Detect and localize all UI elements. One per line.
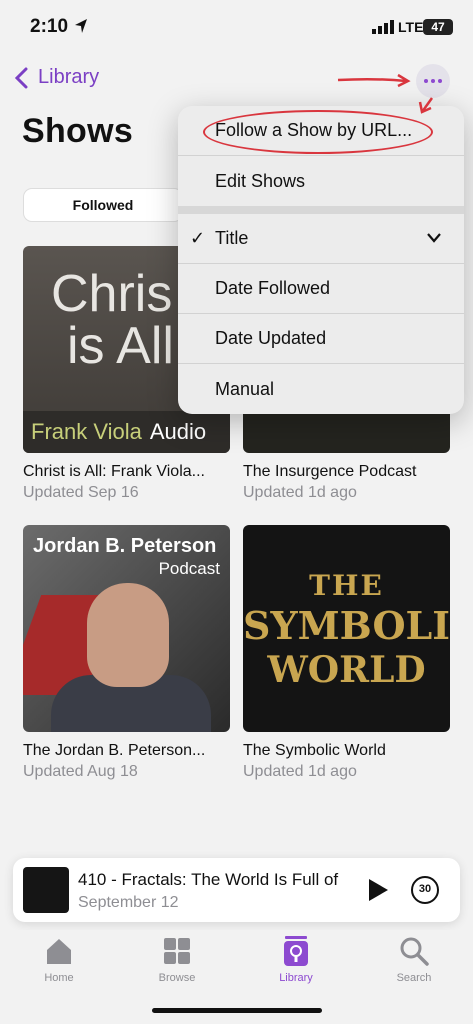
show-title: Christ is All: Frank Viola... [23, 463, 205, 480]
tab-label: Browse [158, 972, 196, 984]
tab-label: Library [279, 972, 313, 984]
search-icon [400, 937, 429, 966]
tab-label: Search [396, 972, 432, 984]
artwork-text: SYMBOLIC [243, 603, 450, 648]
show-title: The Jordan B. Peterson... [23, 742, 206, 759]
sort-item-date-followed[interactable]: Date Followed [178, 264, 464, 314]
tab-library[interactable]: Library [256, 936, 336, 984]
annotation-circle [203, 110, 433, 154]
house-icon [47, 939, 71, 964]
segment-followed[interactable]: Followed [23, 188, 183, 222]
artwork-text: Chris [51, 265, 173, 323]
checkmark-icon: ✓ [190, 228, 206, 248]
show-title: The Insurgence Podcast [243, 463, 417, 480]
artwork-subtitle: Frank Viola Audio [23, 411, 230, 453]
menu-separator [178, 206, 464, 214]
show-artwork: Jordan B. Peterson Podcast [23, 525, 230, 732]
menu-item-label: Date Updated [215, 328, 327, 348]
artwork-text: THE [309, 569, 384, 602]
show-card[interactable]: Jordan B. Peterson Podcast The Jordan B.… [23, 525, 230, 781]
location-arrow-icon [75, 19, 87, 33]
menu-item-label: Title [215, 228, 249, 248]
tab-browse[interactable]: Browse [137, 936, 217, 984]
show-card[interactable]: THE SYMBOLIC WORLD The Symbolic World Up… [243, 525, 450, 781]
artwork-text: Podcast [158, 559, 220, 578]
artwork-shape [87, 583, 169, 687]
library-icon [284, 936, 308, 966]
battery-icon: 47 [423, 19, 453, 35]
show-title: The Symbolic World [243, 742, 386, 759]
episode-date: September 12 [78, 894, 179, 911]
play-icon[interactable] [367, 878, 389, 902]
artwork-text: WORLD [267, 649, 426, 691]
sort-item-title[interactable]: ✓ Title [178, 214, 464, 264]
chevron-left-icon [14, 67, 28, 88]
artwork-text: is All [67, 317, 174, 375]
annotation-arrow-icon [337, 73, 434, 114]
show-artwork: THE SYMBOLIC WORLD [243, 525, 450, 732]
menu-item-label: Manual [215, 378, 275, 399]
grid-icon [164, 938, 190, 964]
home-indicator [152, 1008, 322, 1013]
skip-forward-button[interactable]: 30 [411, 876, 439, 904]
menu-item-edit-shows[interactable]: Edit Shows [178, 156, 464, 206]
mini-player[interactable]: 410 - Fractals: The World Is Full of Sep… [13, 858, 460, 922]
status-time: 2:10 [30, 16, 69, 37]
artwork-text: Jordan B. Peterson [33, 535, 217, 557]
back-label: Library [38, 66, 100, 88]
back-button[interactable]: Library [14, 66, 99, 89]
tab-home[interactable]: Home [19, 936, 99, 984]
page-title: Shows [22, 112, 134, 150]
chevron-down-icon [427, 233, 441, 243]
show-updated: Updated 1d ago [243, 484, 357, 501]
artwork-text: Audio [149, 419, 207, 444]
network-label: LTE [398, 19, 424, 35]
show-updated: Updated Aug 18 [23, 763, 138, 780]
menu-item-label: Edit Shows [215, 170, 306, 191]
status-bar: 2:10 LTE 47 [0, 0, 473, 56]
tab-search[interactable]: Search [374, 936, 454, 984]
artwork-text: Frank Viola [31, 419, 142, 444]
show-updated: Updated 1d ago [243, 763, 357, 780]
episode-title: 410 - Fractals: The World Is Full of [78, 870, 339, 889]
tab-label: Home [44, 972, 74, 984]
cellular-signal-icon [372, 20, 394, 34]
show-updated: Updated Sep 16 [23, 484, 139, 501]
menu-item-label: Date Followed [215, 278, 331, 298]
sort-item-date-updated[interactable]: Date Updated [178, 314, 464, 364]
episode-artwork [23, 867, 69, 913]
sort-item-manual[interactable]: Manual [178, 364, 464, 414]
